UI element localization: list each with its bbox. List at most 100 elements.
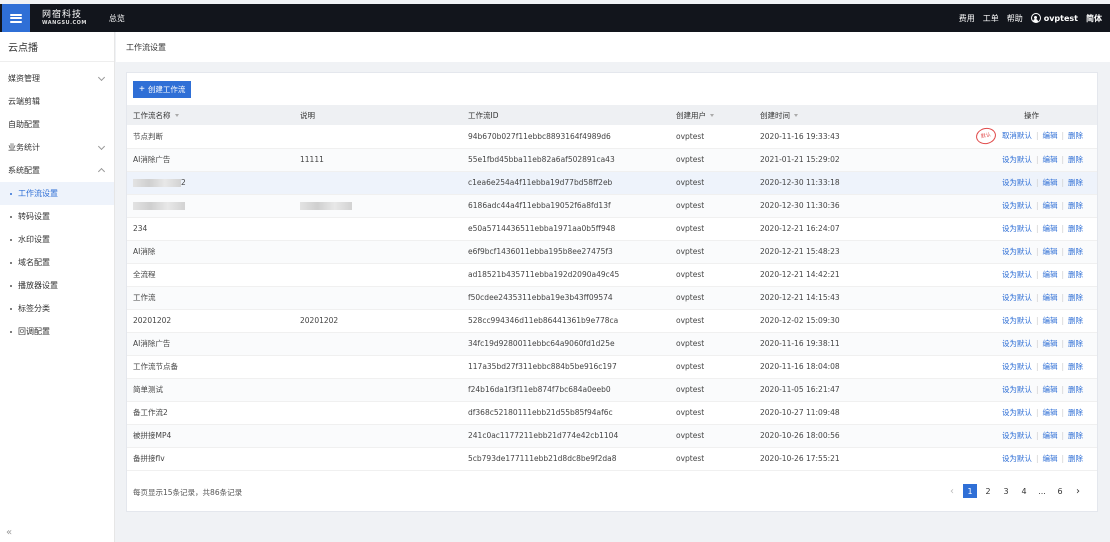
divider: | <box>1035 293 1039 302</box>
set-default-button[interactable]: 设为默认 <box>1002 316 1032 325</box>
set-default-button[interactable]: 设为默认 <box>1002 247 1032 256</box>
sidebar-subitem-callback[interactable]: 回调配置 <box>0 320 114 343</box>
created-time: 2020-11-16 18:04:08 <box>760 362 840 371</box>
delete-button[interactable]: 删除 <box>1068 224 1083 233</box>
cell-time: 2020-12-21 15:48:23 <box>754 240 919 264</box>
prev-page-icon[interactable]: ‹ <box>945 484 959 498</box>
edit-button[interactable]: 编辑 <box>1042 339 1057 348</box>
delete-button[interactable]: 删除 <box>1068 316 1083 325</box>
page-number[interactable]: 4 <box>1017 484 1031 498</box>
cell-user: ovptest <box>670 401 754 425</box>
page-number[interactable]: 1 <box>963 484 977 498</box>
edit-button[interactable]: 编辑 <box>1042 431 1057 440</box>
edit-button[interactable]: 编辑 <box>1042 408 1057 417</box>
table-row: 工作流节点备 117a35bd27f311ebbc884b5be916c197 ov… <box>127 355 1097 379</box>
edit-button[interactable]: 编辑 <box>1042 247 1057 256</box>
set-default-button[interactable]: 设为默认 <box>1002 293 1032 302</box>
sidebar-item-media[interactable]: 媒资管理 <box>0 67 114 90</box>
set-default-button[interactable]: 设为默认 <box>1002 362 1032 371</box>
help-link[interactable]: 帮助 <box>1007 13 1023 24</box>
workflow-name: 备工作流2 <box>133 408 168 417</box>
edit-button[interactable]: 编辑 <box>1042 178 1057 187</box>
divider: | <box>1061 408 1064 417</box>
cell-ops: 设为默认 | 编辑 | 删除 <box>919 401 1097 425</box>
sidebar-item-cloud-edit[interactable]: 云端剪辑 <box>0 90 114 113</box>
delete-button[interactable]: 删除 <box>1068 201 1083 210</box>
sidebar-subitem-label: 播放器设置 <box>18 281 58 290</box>
delete-button[interactable]: 删除 <box>1068 431 1083 440</box>
sidebar-item-self-config[interactable]: 自助配置 <box>0 113 114 136</box>
collapse-sidebar-icon[interactable]: « <box>6 527 12 538</box>
pagination-info: 每页显示15条记录，共86条记录 <box>133 488 243 497</box>
edit-button[interactable]: 编辑 <box>1042 454 1057 463</box>
sidebar-subitem-label: 域名配置 <box>18 258 50 267</box>
sidebar-subitem-watermark[interactable]: 水印设置 <box>0 228 114 251</box>
cell-id: f24b16da1f3f11eb874f7bc684a0eeb0 <box>462 378 670 402</box>
cancel-default-button[interactable]: 取消默认 <box>1002 131 1032 140</box>
sidebar-item-label: 自助配置 <box>8 120 40 129</box>
delete-button[interactable]: 删除 <box>1068 362 1083 371</box>
delete-button[interactable]: 删除 <box>1068 131 1083 140</box>
set-default-button[interactable]: 设为默认 <box>1002 385 1032 394</box>
created-time: 2020-11-16 19:33:43 <box>760 131 840 141</box>
sidebar-subitem-player[interactable]: 播放器设置 <box>0 274 114 297</box>
edit-button[interactable]: 编辑 <box>1042 201 1057 210</box>
user-menu[interactable]: ovptest <box>1030 13 1078 23</box>
set-default-button[interactable]: 设为默认 <box>1002 431 1032 440</box>
billing-link[interactable]: 费用 <box>959 13 975 24</box>
edit-button[interactable]: 编辑 <box>1042 316 1057 325</box>
delete-button[interactable]: 删除 <box>1068 293 1083 302</box>
ticket-link[interactable]: 工单 <box>983 13 999 24</box>
sidebar-subitem-workflow[interactable]: 工作流设置 <box>0 182 114 205</box>
set-default-button[interactable]: 设为默认 <box>1002 224 1032 233</box>
workflow-id: 5cb793de177111ebb21d8dc8be9f2da8 <box>468 454 617 463</box>
delete-button[interactable]: 删除 <box>1068 454 1083 463</box>
set-default-button[interactable]: 设为默认 <box>1002 201 1032 210</box>
sidebar-subitem-tags[interactable]: 标签分类 <box>0 297 114 320</box>
cell-desc <box>294 447 462 471</box>
set-default-button[interactable]: 设为默认 <box>1002 155 1032 164</box>
divider: | <box>1035 155 1039 164</box>
divider: | <box>1061 339 1064 348</box>
chevron-down-icon <box>97 142 106 151</box>
next-page-icon[interactable]: › <box>1071 484 1085 498</box>
cell-name: AI消除广告 <box>127 148 294 172</box>
edit-button[interactable]: 编辑 <box>1042 224 1057 233</box>
set-default-button[interactable]: 设为默认 <box>1002 454 1032 463</box>
edit-button[interactable]: 编辑 <box>1042 385 1057 394</box>
sidebar-item-system-config[interactable]: 系统配置 <box>0 159 114 182</box>
set-default-button[interactable]: 设为默认 <box>1002 408 1032 417</box>
language-switch[interactable]: 简体 <box>1086 13 1102 24</box>
sidebar-subitem-transcode[interactable]: 转码设置 <box>0 205 114 228</box>
created-user: ovptest <box>676 270 705 279</box>
delete-button[interactable]: 删除 <box>1068 155 1083 164</box>
edit-button[interactable]: 编辑 <box>1042 270 1057 279</box>
delete-button[interactable]: 删除 <box>1068 408 1083 417</box>
delete-button[interactable]: 删除 <box>1068 247 1083 256</box>
delete-button[interactable]: 删除 <box>1068 270 1083 279</box>
set-default-button[interactable]: 设为默认 <box>1002 178 1032 187</box>
create-workflow-button[interactable]: + 创建工作流 <box>133 81 192 98</box>
set-default-button[interactable]: 设为默认 <box>1002 339 1032 348</box>
column-header-user[interactable]: 创建用户 <box>670 105 754 125</box>
overview-link[interactable]: 总览 <box>109 13 125 24</box>
set-default-button[interactable]: 设为默认 <box>1002 270 1032 279</box>
delete-button[interactable]: 删除 <box>1068 339 1083 348</box>
page-ellipsis[interactable]: ... <box>1035 484 1049 498</box>
edit-button[interactable]: 编辑 <box>1042 293 1057 302</box>
page-number[interactable]: 2 <box>981 484 995 498</box>
column-header-name[interactable]: 工作流名称 <box>127 105 294 125</box>
page-number[interactable]: 3 <box>999 484 1013 498</box>
hamburger-menu-icon[interactable] <box>2 4 30 32</box>
delete-button[interactable]: 删除 <box>1068 385 1083 394</box>
column-header-time[interactable]: 创建时间 <box>754 105 919 125</box>
page-number[interactable]: 6 <box>1053 484 1067 498</box>
divider: | <box>1061 316 1064 325</box>
sidebar-subitem-domain[interactable]: 域名配置 <box>0 251 114 274</box>
edit-button[interactable]: 编辑 <box>1042 155 1057 164</box>
edit-button[interactable]: 编辑 <box>1042 362 1057 371</box>
sidebar-item-statistics[interactable]: 业务统计 <box>0 136 114 159</box>
edit-button[interactable]: 编辑 <box>1042 131 1057 140</box>
delete-button[interactable]: 删除 <box>1068 178 1083 187</box>
logo[interactable]: 网宿科技 WANGSU.COM <box>42 10 87 26</box>
